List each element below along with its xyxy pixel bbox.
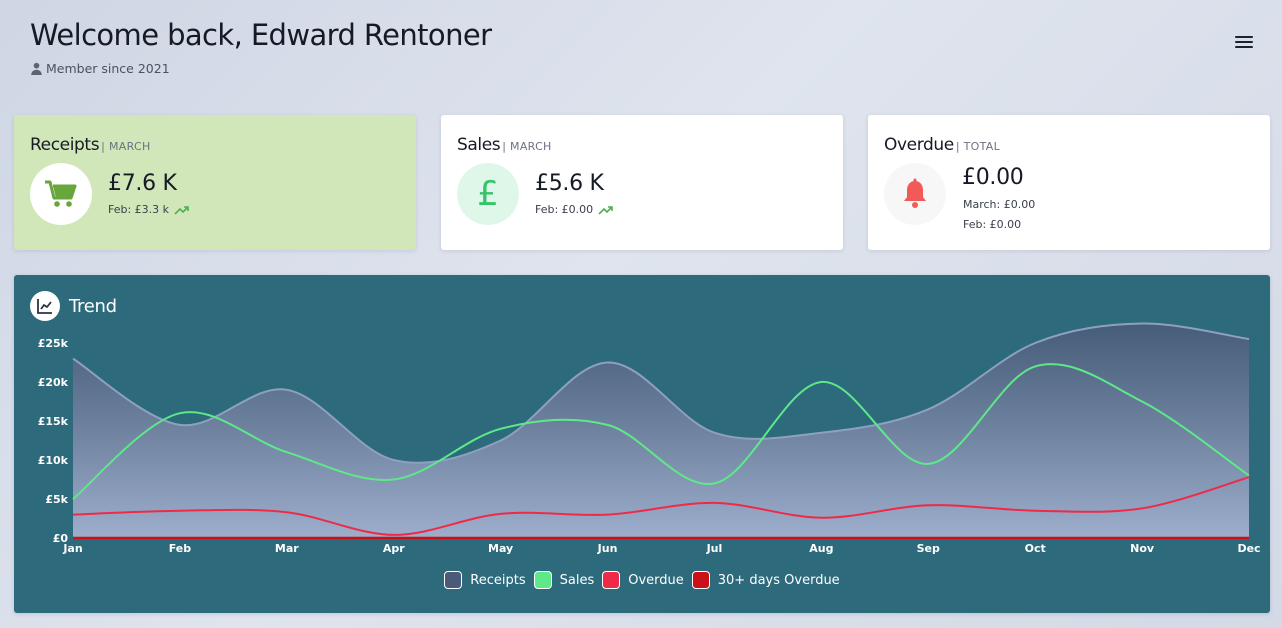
legend-label: 30+ days Overdue: [717, 572, 840, 588]
x-tick-label: Sep: [917, 542, 940, 555]
overdue-prev-feb: Feb: £0.00: [963, 218, 1022, 231]
member-since: Member since 2021: [30, 61, 491, 76]
legend-label: Overdue: [628, 572, 684, 588]
member-since-label: Member since 2021: [46, 61, 170, 76]
overdue-prev-march: March: £0.00: [963, 198, 1036, 211]
legend-swatch: [533, 571, 552, 589]
overdue-period: | TOTAL: [955, 140, 1001, 153]
x-tick-label: Dec: [1237, 542, 1260, 555]
legend-item[interactable]: Sales: [533, 571, 595, 589]
sales-card[interactable]: Sales | MARCH £ £5.6 K Feb: £0.00: [441, 115, 843, 250]
sales-prev: Feb: £0.00: [535, 203, 614, 216]
y-tick-label: £5k: [45, 493, 68, 506]
x-tick-label: Jan: [62, 542, 82, 555]
page-header: Welcome back, Edward Rentoner Member sin…: [30, 18, 492, 76]
chart-legend: Receipts Sales Overdue 30+ days Overdue: [14, 571, 1270, 589]
overdue-amount: £0.00: [962, 165, 1024, 190]
sales-period: | MARCH: [502, 140, 552, 153]
overdue-title: Overdue: [884, 135, 954, 155]
welcome-title: Welcome back, Edward Rentoner: [30, 18, 492, 52]
sales-prev-label: Feb: £0.00: [535, 203, 594, 216]
trend-title: Trend: [69, 295, 117, 317]
bell-icon: [884, 163, 946, 225]
x-tick-label: Jul: [706, 542, 723, 555]
overdue-card[interactable]: Overdue | TOTAL £0.00 March: £0.00 Feb: …: [868, 115, 1270, 250]
x-tick-label: Nov: [1130, 542, 1155, 555]
y-tick-label: £15k: [38, 415, 69, 428]
y-tick-label: £10k: [38, 454, 69, 467]
legend-swatch: [444, 571, 463, 589]
legend-item[interactable]: Receipts: [444, 571, 526, 589]
legend-label: Receipts: [470, 572, 526, 588]
receipts-title: Receipts: [30, 135, 100, 155]
receipts-amount: £7.6 K: [108, 171, 177, 196]
y-tick-label: £20k: [38, 376, 69, 389]
sales-amount: £5.6 K: [535, 171, 604, 196]
shopping-cart-icon: [30, 163, 92, 225]
x-tick-label: Apr: [383, 542, 405, 555]
receipts-card[interactable]: Receipts | MARCH £7.6 K Feb: £3.3 k: [14, 115, 416, 250]
x-tick-label: Feb: [169, 542, 192, 555]
sales-title: Sales: [457, 135, 501, 155]
pound-symbol: £: [477, 174, 499, 214]
user-icon: [31, 62, 42, 75]
x-tick-label: Mar: [275, 542, 299, 555]
legend-label: Sales: [559, 572, 595, 588]
series-area-receipts: [73, 323, 1249, 538]
trend-panel: £0 £5k £10k £15k £20k £25k Jan Feb Mar Apr May Jun J…: [14, 275, 1270, 613]
trend-chart: £0£5k£10k£15k£20k£25kJan Feb Mar Apr May Jun J…: [38, 322, 1261, 555]
overdue-card-title: Overdue | TOTAL: [884, 135, 1000, 155]
line-chart-icon: [30, 291, 60, 321]
trend-header: Trend: [30, 291, 117, 321]
hamburger-menu-icon[interactable]: [1233, 33, 1255, 51]
legend-item[interactable]: 30+ days Overdue: [691, 571, 840, 589]
receipts-prev-label: Feb: £3.3 k: [108, 203, 170, 216]
x-tick-label: Jun: [597, 542, 618, 555]
pound-icon: £: [457, 163, 519, 225]
x-tick-label: Oct: [1025, 542, 1046, 555]
receipts-period: | MARCH: [101, 140, 151, 153]
receipts-prev: Feb: £3.3 k: [108, 203, 190, 216]
legend-swatch: [691, 571, 710, 589]
legend-item[interactable]: Overdue: [602, 571, 684, 589]
receipts-card-title: Receipts | MARCH: [30, 135, 151, 155]
trending-up-icon: [598, 205, 613, 215]
trending-up-icon: [174, 205, 189, 215]
sales-card-title: Sales | MARCH: [457, 135, 552, 155]
x-tick-label: Aug: [809, 542, 833, 555]
legend-swatch: [602, 571, 621, 589]
y-tick-label: £25k: [38, 337, 69, 350]
x-tick-label: May: [488, 542, 513, 555]
